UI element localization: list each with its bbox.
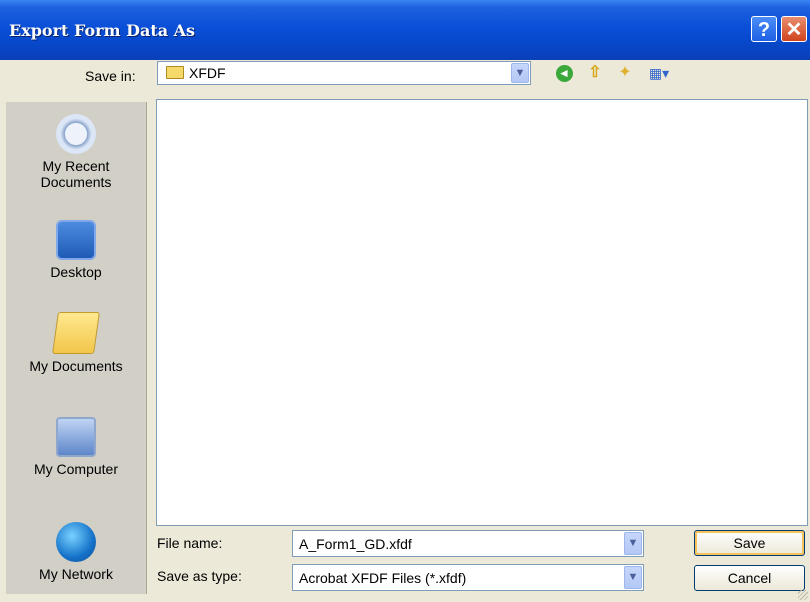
help-button[interactable]: ? [751,16,777,42]
save-as-type-label: Save as type: [157,568,242,584]
save-as-type-dropdown[interactable]: Acrobat XFDF Files (*.xfdf) ▼ [292,564,644,591]
cancel-button[interactable]: Cancel [694,565,805,591]
recent-documents-icon [56,114,96,154]
dialog-title: Export Form Data As [9,21,196,40]
place-my-computer[interactable]: My Computer [6,417,146,477]
chevron-down-icon[interactable]: ▼ [624,532,642,555]
chevron-down-icon[interactable]: ▼ [511,63,529,83]
my-network-icon [56,522,96,562]
title-bar[interactable]: Export Form Data As ? ✕ [0,0,810,60]
file-name-input[interactable]: A_Form1_GD.xfdf ▼ [292,530,644,557]
place-label: My Network [39,566,113,582]
close-button[interactable]: ✕ [781,16,807,42]
place-label: My Recent [42,158,110,174]
chevron-down-icon[interactable]: ▼ [624,566,642,589]
my-computer-icon [56,417,96,457]
place-my-network[interactable]: My Network [6,522,146,582]
places-bar: My Recent Documents Desktop My Documents… [6,102,147,594]
new-folder-icon[interactable]: ✦ [614,63,636,83]
save-button[interactable]: Save [694,530,805,556]
place-desktop[interactable]: Desktop [6,220,146,280]
save-as-type-value: Acrobat XFDF Files (*.xfdf) [299,570,467,586]
save-in-value: XFDF [189,65,226,81]
place-label: Documents [40,174,112,190]
place-label: My Computer [33,461,119,477]
my-documents-icon [52,312,100,354]
file-name-label: File name: [157,535,223,551]
place-my-recent-documents[interactable]: My Recent Documents [6,114,146,190]
back-icon[interactable]: ◄ [553,63,575,83]
place-label: My Documents [29,358,123,374]
views-menu-icon[interactable]: ▦▾ [644,63,674,83]
save-in-label: Save in: [85,68,136,84]
save-in-dropdown[interactable]: XFDF ▼ [157,61,531,85]
file-name-value: A_Form1_GD.xfdf [299,536,412,552]
file-list[interactable] [156,99,808,526]
export-dialog: Export Form Data As ? ✕ Save in: XFDF ▼ … [0,0,810,602]
up-folder-icon[interactable]: ⇧ [584,63,606,83]
desktop-icon [56,220,96,260]
resize-grip[interactable] [798,590,808,600]
place-label: Desktop [50,264,102,280]
folder-icon [166,66,184,79]
place-my-documents[interactable]: My Documents [6,312,146,374]
